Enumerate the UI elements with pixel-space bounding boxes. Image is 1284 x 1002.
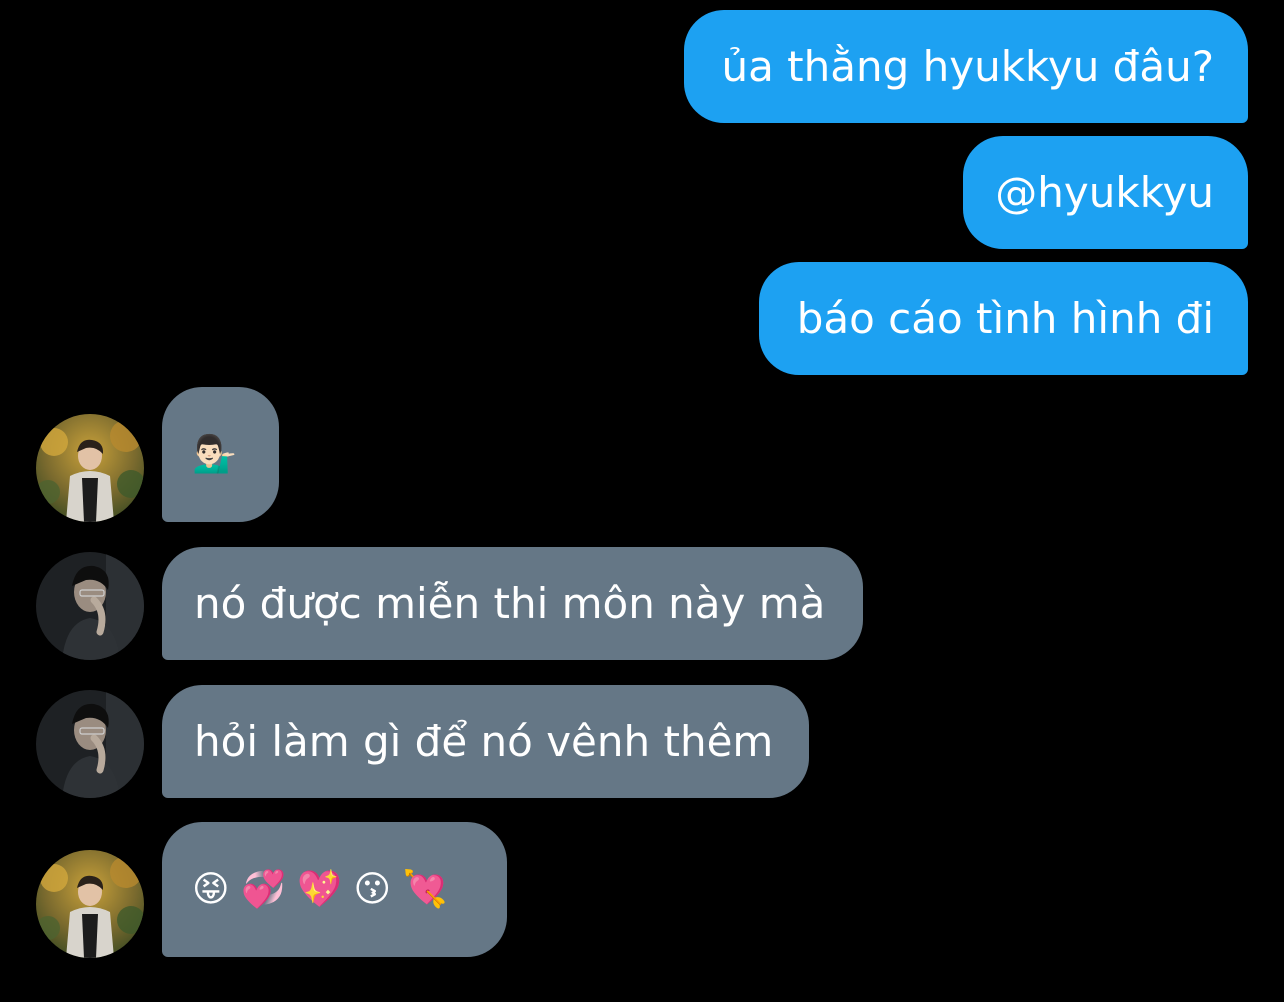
received-message-bubble[interactable]: hỏi làm gì để nó vênh thêm [162,685,809,798]
sent-message-bubble[interactable]: @hyukkyu [963,136,1248,249]
message-text: nó được miễn thi môn này mà [194,578,826,628]
message-text: 💁🏻‍♂️ [192,433,237,475]
message-text: @hyukkyu [995,167,1214,217]
received-message-bubble[interactable]: 💁🏻‍♂️ [162,387,279,522]
avatar-photo-icon [36,690,144,798]
sent-message-bubble[interactable]: ủa thằng hyukkyu đâu? [684,10,1248,123]
message-text: hỏi làm gì để nó vênh thêm [194,716,774,766]
message-text: ủa thằng hyukkyu đâu? [721,41,1214,91]
avatar-photo-icon [36,552,144,660]
message-text: báo cáo tình hình đi [796,293,1214,343]
avatar-photo-icon [36,850,144,958]
received-message-bubble[interactable]: nó được miễn thi môn này mà [162,547,863,660]
received-message-bubble[interactable]: 😝 💞 💖 😗 💘 [162,822,507,957]
message-text: 😝 💞 💖 😗 💘 [192,868,448,910]
avatar-photo-icon [36,414,144,522]
user-avatar[interactable] [36,850,144,958]
user-avatar[interactable] [36,414,144,522]
sent-message-bubble[interactable]: báo cáo tình hình đi [759,262,1248,375]
user-avatar[interactable] [36,690,144,798]
user-avatar[interactable] [36,552,144,660]
